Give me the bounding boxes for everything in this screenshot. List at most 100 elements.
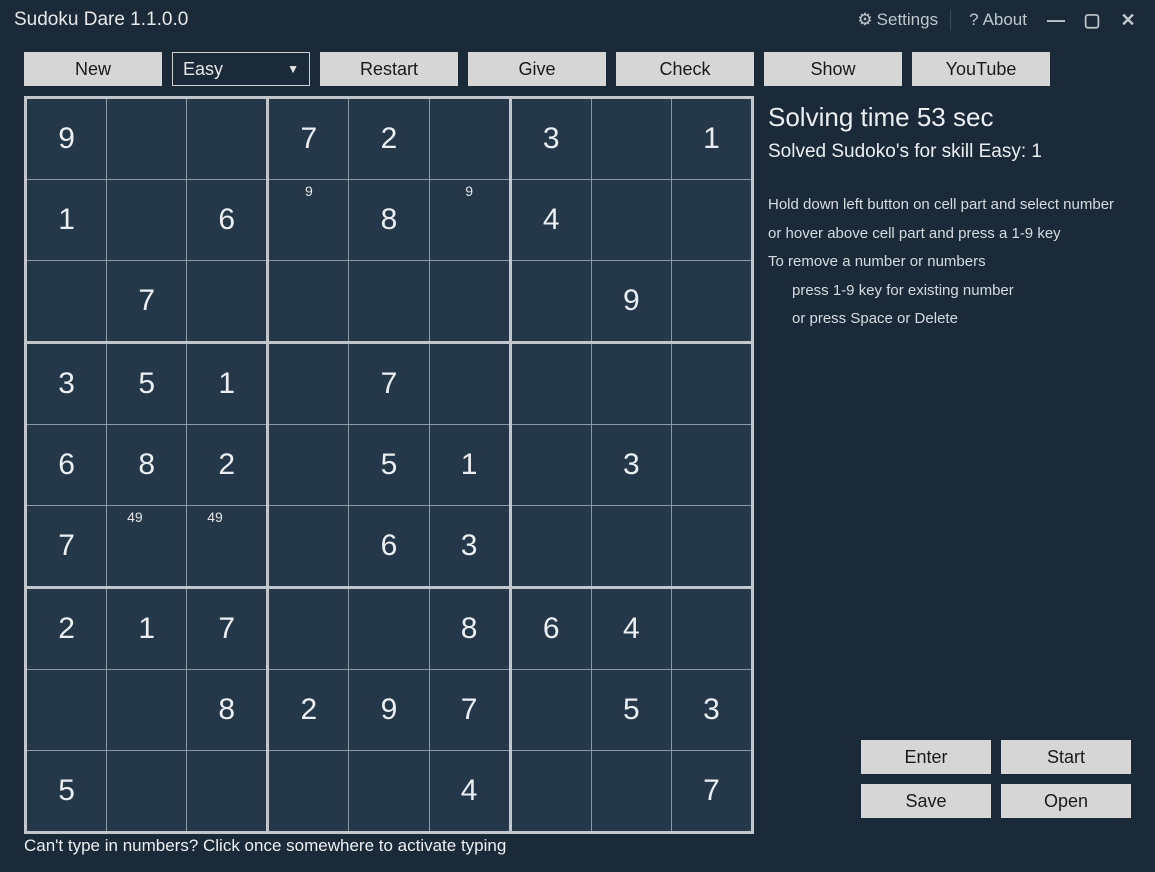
sudoku-cell[interactable]: 9	[269, 180, 348, 260]
sudoku-cell[interactable]: 5	[592, 670, 671, 750]
new-button[interactable]: New	[24, 52, 162, 86]
sudoku-cell[interactable]: 7	[430, 670, 509, 750]
minimize-button[interactable]: —	[1043, 10, 1069, 31]
sudoku-cell[interactable]: 6	[27, 425, 106, 505]
sudoku-cell[interactable]	[27, 261, 106, 341]
sudoku-cell[interactable]: 9	[430, 180, 509, 260]
sudoku-cell[interactable]	[269, 261, 348, 341]
sudoku-cell[interactable]	[187, 99, 266, 179]
sudoku-cell[interactable]: 5	[107, 344, 186, 424]
sudoku-box: 8 2974	[269, 589, 508, 831]
sudoku-cell[interactable]	[672, 589, 751, 669]
sudoku-cell[interactable]	[187, 261, 266, 341]
sudoku-cell[interactable]: 8	[107, 425, 186, 505]
open-button[interactable]: Open	[1001, 784, 1131, 818]
sudoku-cell[interactable]	[512, 670, 591, 750]
sudoku-cell[interactable]	[592, 344, 671, 424]
sudoku-cell[interactable]	[430, 99, 509, 179]
sudoku-cell[interactable]: 3	[430, 506, 509, 586]
sudoku-cell[interactable]	[512, 751, 591, 831]
enter-button[interactable]: Enter	[861, 740, 991, 774]
sudoku-cell[interactable]	[349, 589, 428, 669]
sudoku-cell[interactable]	[512, 425, 591, 505]
sudoku-cell[interactable]	[349, 751, 428, 831]
sudoku-cell[interactable]: 7	[269, 99, 348, 179]
sudoku-cell[interactable]: 5	[349, 425, 428, 505]
sudoku-cell[interactable]: 2	[269, 670, 348, 750]
give-button[interactable]: Give	[468, 52, 606, 86]
show-button[interactable]: Show	[764, 52, 902, 86]
sudoku-cell[interactable]	[672, 506, 751, 586]
start-button[interactable]: Start	[1001, 740, 1131, 774]
sudoku-cell[interactable]: 7	[27, 506, 106, 586]
sudoku-cell[interactable]: 1	[672, 99, 751, 179]
check-button[interactable]: Check	[616, 52, 754, 86]
sudoku-cell[interactable]: 49	[187, 506, 266, 586]
sudoku-cell[interactable]	[512, 344, 591, 424]
sudoku-cell[interactable]: 7	[187, 589, 266, 669]
sudoku-cell[interactable]: 3	[27, 344, 106, 424]
sudoku-cell[interactable]	[430, 344, 509, 424]
sudoku-cell[interactable]	[107, 670, 186, 750]
sudoku-cell[interactable]: 8	[349, 180, 428, 260]
sudoku-cell[interactable]	[672, 180, 751, 260]
sudoku-cell[interactable]: 1	[430, 425, 509, 505]
sudoku-cell[interactable]: 7	[107, 261, 186, 341]
sudoku-cell[interactable]: 5	[27, 751, 106, 831]
sudoku-cell[interactable]: 4	[430, 751, 509, 831]
sudoku-cell[interactable]	[269, 751, 348, 831]
sudoku-cell[interactable]	[672, 261, 751, 341]
sudoku-cell[interactable]: 3	[592, 425, 671, 505]
sudoku-cell[interactable]: 2	[349, 99, 428, 179]
sudoku-cell[interactable]: 2	[187, 425, 266, 505]
sudoku-cell[interactable]	[592, 99, 671, 179]
sudoku-cell[interactable]: 1	[27, 180, 106, 260]
sudoku-cell[interactable]: 1	[187, 344, 266, 424]
sudoku-cell[interactable]	[107, 751, 186, 831]
sudoku-cell[interactable]: 9	[592, 261, 671, 341]
sudoku-cell[interactable]	[269, 589, 348, 669]
sudoku-cell[interactable]	[430, 261, 509, 341]
sudoku-cell[interactable]	[187, 751, 266, 831]
sudoku-cell[interactable]	[592, 751, 671, 831]
sudoku-cell[interactable]: 8	[187, 670, 266, 750]
sudoku-cell[interactable]: 6	[512, 589, 591, 669]
sudoku-cell[interactable]: 9	[349, 670, 428, 750]
sudoku-cell[interactable]	[27, 670, 106, 750]
sudoku-cell[interactable]	[512, 261, 591, 341]
restart-button[interactable]: Restart	[320, 52, 458, 86]
sudoku-cell[interactable]: 6	[187, 180, 266, 260]
sudoku-cell[interactable]: 9	[27, 99, 106, 179]
sudoku-cell[interactable]	[269, 425, 348, 505]
sudoku-cell[interactable]: 1	[107, 589, 186, 669]
sudoku-cell[interactable]: 49	[107, 506, 186, 586]
sudoku-cell[interactable]: 4	[592, 589, 671, 669]
sudoku-cell[interactable]	[349, 261, 428, 341]
maximize-button[interactable]: ▢	[1079, 10, 1105, 31]
save-button[interactable]: Save	[861, 784, 991, 818]
sudoku-cell[interactable]: 3	[672, 670, 751, 750]
difficulty-select[interactable]: Easy ▼	[172, 52, 310, 86]
close-button[interactable]: ✕	[1115, 10, 1141, 31]
youtube-button[interactable]: YouTube	[912, 52, 1050, 86]
sudoku-cell[interactable]	[592, 180, 671, 260]
sudoku-cell[interactable]: 4	[512, 180, 591, 260]
about-label: About	[983, 10, 1027, 30]
sudoku-cell[interactable]	[107, 180, 186, 260]
sudoku-cell[interactable]: 7	[349, 344, 428, 424]
sudoku-cell[interactable]: 6	[349, 506, 428, 586]
sudoku-cell[interactable]: 3	[512, 99, 591, 179]
sudoku-cell[interactable]: 2	[27, 589, 106, 669]
sudoku-cell[interactable]: 8	[430, 589, 509, 669]
sudoku-cell[interactable]	[672, 425, 751, 505]
sudoku-cell[interactable]	[592, 506, 671, 586]
sudoku-cell[interactable]: 7	[672, 751, 751, 831]
sudoku-cell[interactable]	[269, 506, 348, 586]
settings-button[interactable]: ⚙ Settings	[851, 6, 944, 34]
sudoku-cell[interactable]	[512, 506, 591, 586]
sudoku-cell[interactable]	[107, 99, 186, 179]
help-line-5: or press Space or Delete	[768, 305, 1131, 334]
sudoku-cell[interactable]	[672, 344, 751, 424]
about-button[interactable]: ? About	[963, 6, 1033, 34]
sudoku-cell[interactable]	[269, 344, 348, 424]
